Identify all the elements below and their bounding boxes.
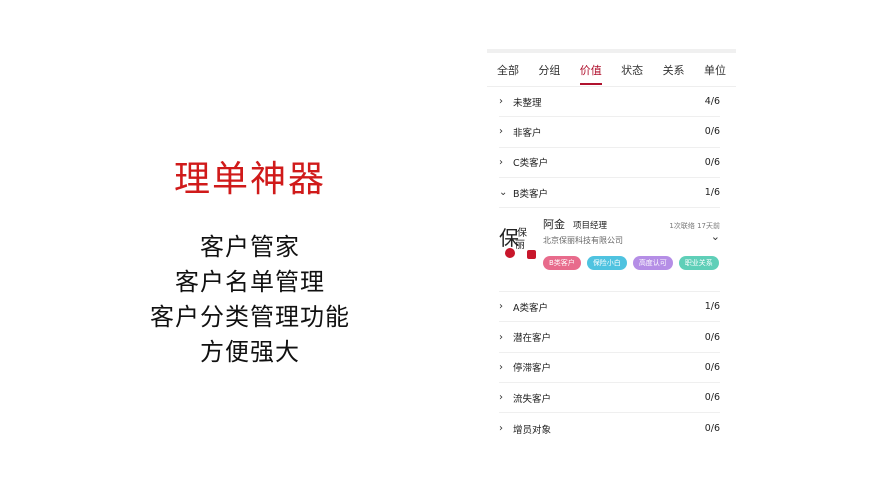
tag-badge: B类客户: [543, 256, 581, 271]
top-bar: [487, 49, 736, 53]
tag-badge: 保险小白: [586, 256, 627, 271]
group-row-a-class[interactable]: › A类客户 1/6: [499, 292, 720, 323]
group-label: B类客户: [513, 188, 549, 200]
tab-all[interactable]: 全部: [497, 55, 519, 87]
tab-group[interactable]: 分组: [538, 55, 560, 87]
promo-title: 理单神器: [173, 159, 326, 200]
group-label: 增员对象: [513, 424, 552, 436]
group-row-lost[interactable]: › 流失客户 0/6: [499, 383, 720, 414]
tab-status[interactable]: 状态: [621, 55, 643, 87]
promo-line: 客户管家: [200, 233, 300, 261]
chevron-right-icon: ›: [499, 392, 503, 404]
group-label: 停滞客户: [513, 363, 552, 375]
promo-panel: 理单神器 客户管家 客户名单管理 客户分类管理功能 方便强大: [100, 150, 400, 370]
promo-line: 客户分类管理功能: [150, 303, 350, 331]
company-logo: 保保丽: [499, 220, 539, 270]
chevron-right-icon: ›: [499, 423, 503, 435]
group-label: 流失客户: [513, 393, 552, 405]
group-row-stagnant[interactable]: › 停滞客户 0/6: [499, 353, 720, 384]
group-row-b-class[interactable]: ⌄ B类客户 1/6: [499, 178, 720, 209]
contact-card[interactable]: 保保丽 阿金 项目经理 1次联络 17天前 北京保丽科技有限公司 B类客户 保险…: [499, 208, 720, 293]
group-count: 0/6: [704, 156, 720, 168]
promo-line: 客户名单管理: [175, 268, 325, 296]
group-label: 非客户: [513, 127, 542, 139]
group-row-potential[interactable]: › 潜在客户 0/6: [499, 322, 720, 353]
group-count: 0/6: [704, 423, 720, 435]
group-label: A类客户: [513, 302, 548, 314]
promo-line: 方便强大: [200, 338, 300, 366]
filter-tabs: 全部 分组 价值 状态 关系 单位: [487, 55, 736, 87]
contact-role: 项目经理: [573, 221, 608, 232]
contact-info: 阿金 项目经理 1次联络 17天前 北京保丽科技有限公司 B类客户 保险小白 高…: [539, 216, 720, 291]
group-row-non-customer[interactable]: › 非客户 0/6: [499, 117, 720, 148]
promo-lines: 客户管家 客户名单管理 客户分类管理功能 方便强大: [100, 230, 400, 370]
chevron-right-icon: ›: [499, 126, 503, 138]
chevron-right-icon: ›: [499, 331, 503, 343]
contact-tags: B类客户 保险小白 高度认可 职业关系: [543, 256, 720, 271]
chevron-right-icon: ›: [499, 301, 503, 313]
group-row-c-class[interactable]: › C类客户 0/6: [499, 148, 720, 178]
chevron-right-icon: ›: [499, 96, 503, 108]
group-count: 4/6: [704, 96, 720, 108]
group-count: 0/6: [704, 361, 720, 373]
group-count: 0/6: [704, 392, 720, 404]
group-row-unsorted[interactable]: › 未整理 4/6: [499, 87, 720, 118]
group-count: 0/6: [704, 126, 720, 138]
phone-screen: 全部 分组 价值 状态 关系 单位 › 未整理 4/6 › 非客户 0/6 › …: [487, 49, 736, 489]
chevron-down-icon: ⌄: [499, 187, 508, 199]
tag-badge: 高度认可: [632, 256, 673, 271]
chevron-right-icon: ›: [499, 156, 503, 168]
group-count: 1/6: [704, 187, 720, 199]
group-count: 0/6: [704, 331, 720, 343]
group-row-recruit[interactable]: › 增员对象 0/6: [499, 413, 720, 443]
contact-company: 北京保丽科技有限公司: [543, 236, 623, 246]
group-count: 1/6: [704, 301, 720, 313]
group-label: 未整理: [513, 97, 542, 109]
tab-value[interactable]: 价值: [579, 55, 602, 87]
tag-badge: 职业关系: [678, 256, 719, 271]
tab-relation[interactable]: 关系: [663, 55, 685, 87]
group-label: 潜在客户: [513, 333, 552, 345]
group-label: C类客户: [513, 158, 549, 170]
expand-chevron-icon[interactable]: ⌄: [711, 230, 720, 243]
contact-name: 阿金: [543, 218, 565, 232]
tab-company[interactable]: 单位: [704, 55, 726, 87]
chevron-right-icon: ›: [499, 361, 503, 373]
customer-group-list: › 未整理 4/6 › 非客户 0/6 › C类客户 0/6 ⌄ B类客户 1/…: [487, 87, 736, 444]
